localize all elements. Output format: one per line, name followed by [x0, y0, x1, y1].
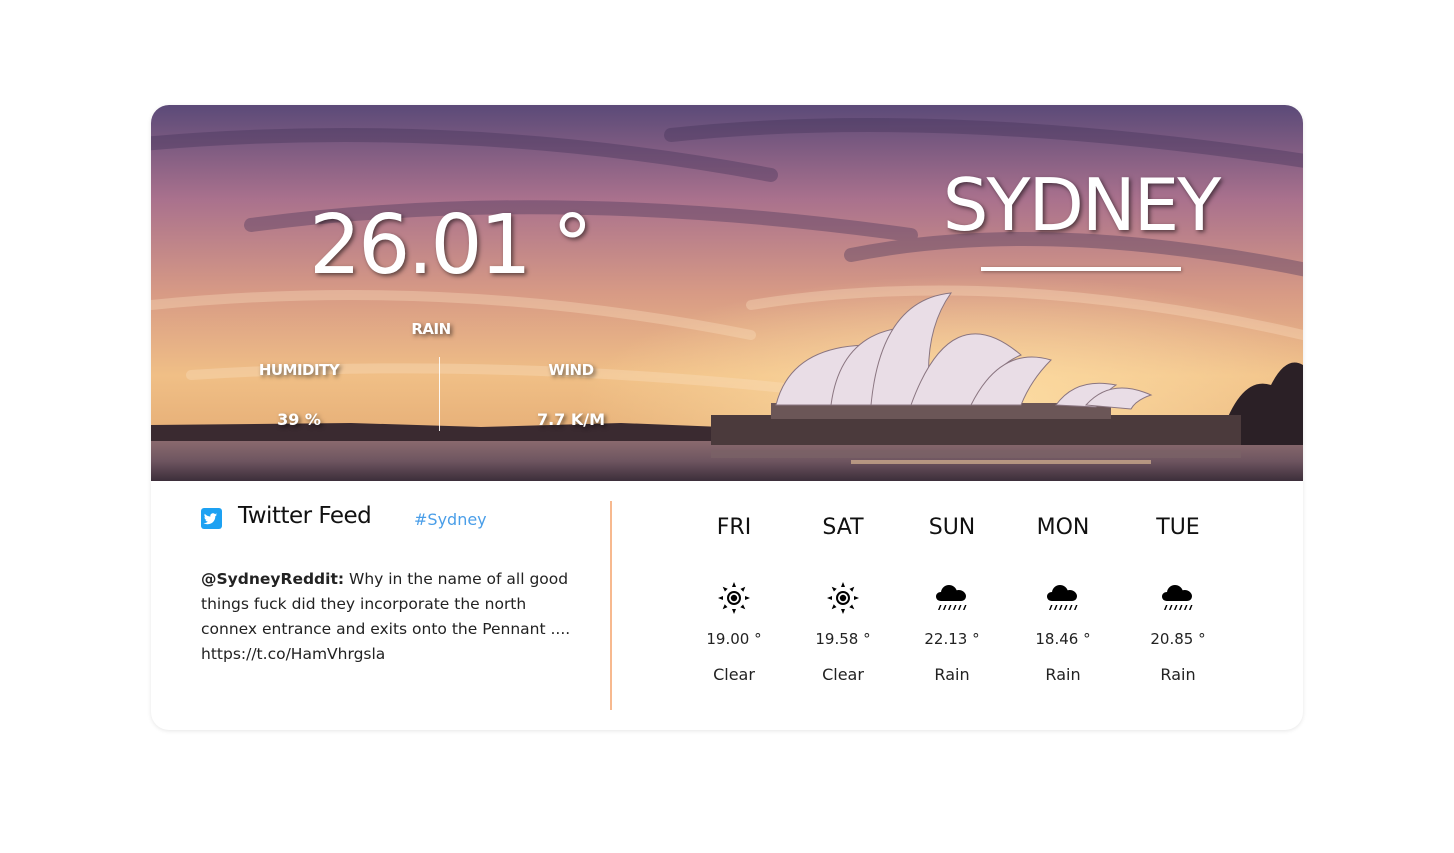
city-underline: [981, 267, 1181, 271]
forecast-day-label: FRI: [716, 515, 752, 540]
forecast-condition: Rain: [1160, 665, 1196, 684]
city-name: SYDNEY: [942, 163, 1221, 247]
twitter-feed-title: Twitter Feed: [238, 503, 372, 529]
forecast-condition: Rain: [1045, 665, 1081, 684]
forecast-day: FRI 19.00 ° Clear: [679, 515, 789, 684]
rain-cloud-icon: [1008, 581, 1118, 625]
humidity-label: HUMIDITY: [258, 361, 340, 379]
humidity-value: 39 %: [277, 410, 321, 429]
forecast-day: MON 18.46 ° Rain: [1008, 515, 1118, 684]
stats-divider: [439, 357, 440, 431]
wind-label: WIND: [548, 361, 594, 379]
twitter-icon[interactable]: [201, 508, 222, 529]
current-temperature: 26.01 °: [309, 198, 593, 293]
forecast-day-label: SAT: [822, 515, 864, 540]
forecast-temp: 22.13 °: [924, 630, 980, 648]
wind-value: 7.7 K/M: [536, 410, 606, 429]
forecast-day-label: SUN: [928, 515, 976, 540]
section-divider: [610, 501, 612, 710]
forecast-temp: 19.58 °: [815, 630, 871, 648]
hashtag-link[interactable]: #Sydney: [414, 510, 487, 529]
forecast-day-label: MON: [1036, 515, 1090, 540]
forecast-day: TUE 20.85 ° Rain: [1123, 515, 1233, 684]
forecast-condition: Clear: [713, 665, 755, 684]
forecast-temp: 19.00 °: [706, 630, 762, 648]
forecast-day: SUN 22.13 ° Rain: [897, 515, 1007, 684]
forecast-day-label: TUE: [1156, 515, 1200, 540]
forecast-condition: Clear: [822, 665, 864, 684]
forecast-temp: 18.46 °: [1035, 630, 1091, 648]
city-hero-banner: 26.01 ° RAIN HUMIDITY 39 % WIND 7.7 K/M …: [151, 105, 1303, 481]
rain-label: RAIN: [411, 320, 451, 338]
sun-icon: [788, 581, 898, 625]
rain-cloud-icon: [1123, 581, 1233, 625]
forecast-temp: 20.85 °: [1150, 630, 1206, 648]
tweet-text: @SydneyReddit: Why in the name of all go…: [201, 567, 571, 667]
forecast-day: SAT 19.58 ° Clear: [788, 515, 898, 684]
rain-cloud-icon: [897, 581, 1007, 625]
tweet-handle[interactable]: @SydneyReddit:: [201, 570, 344, 588]
sun-icon: [679, 581, 789, 625]
forecast-condition: Rain: [934, 665, 970, 684]
weather-card: 26.01 ° RAIN HUMIDITY 39 % WIND 7.7 K/M …: [151, 105, 1303, 730]
